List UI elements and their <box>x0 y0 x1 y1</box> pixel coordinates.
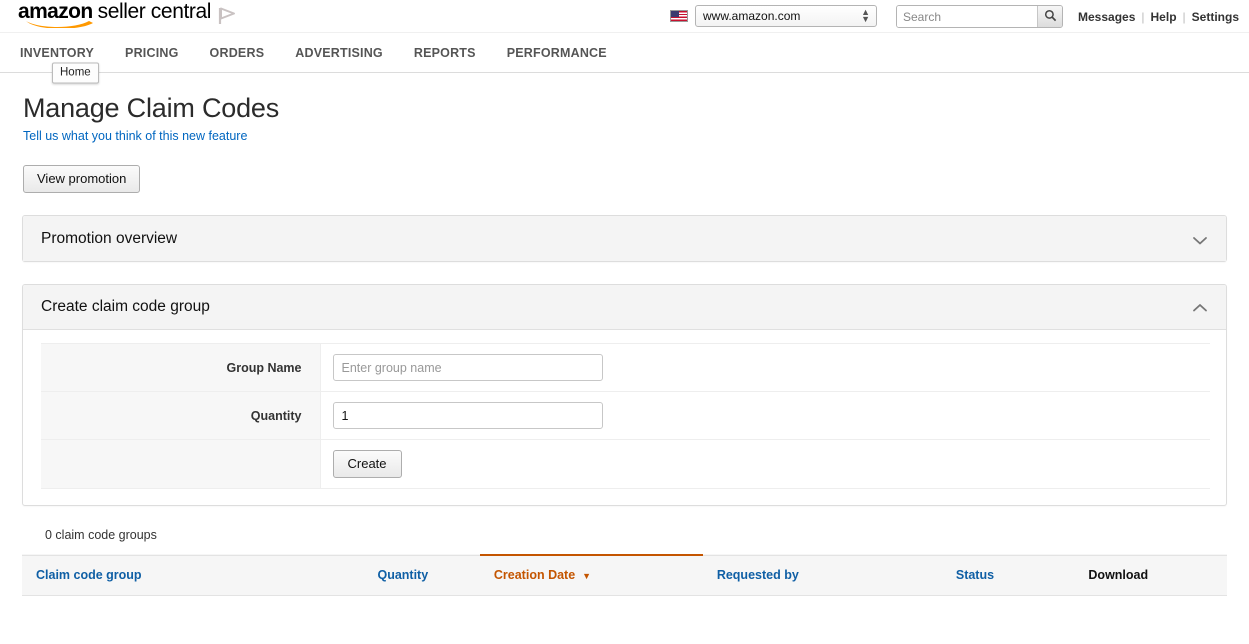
form-row-group-name: Group Name <box>41 344 1210 392</box>
column-header-download: Download <box>1088 555 1227 596</box>
nav-item-advertising[interactable]: ADVERTISING <box>295 46 383 60</box>
column-header-requested-by[interactable]: Requested by <box>703 555 956 596</box>
promotion-overview-header[interactable]: Promotion overview <box>23 216 1226 261</box>
view-promotion-wrap: View promotion <box>23 165 1227 193</box>
header-links: Messages | Help | Settings <box>1078 10 1239 24</box>
marketplace-selector[interactable]: www.amazon.com ▲▼ <box>670 5 877 27</box>
quantity-field-cell <box>320 392 1210 440</box>
search-input[interactable] <box>897 6 1037 27</box>
view-promotion-button[interactable]: View promotion <box>23 165 140 193</box>
form-row-actions: Create <box>41 440 1210 489</box>
top-header: amazon seller central www.amazon.com ▲▼ <box>0 0 1249 33</box>
group-name-input[interactable] <box>333 354 603 381</box>
settings-link[interactable]: Settings <box>1192 10 1239 24</box>
actions-label-spacer <box>41 440 320 489</box>
actions-cell: Create <box>320 440 1210 489</box>
search-button[interactable] <box>1037 6 1062 27</box>
page-title: Manage Claim Codes <box>23 93 1227 124</box>
create-claim-code-group-panel: Create claim code group Group Name Quant… <box>22 284 1227 506</box>
promotion-overview-title: Promotion overview <box>41 230 177 248</box>
create-claim-code-group-header[interactable]: Create claim code group <box>23 285 1226 330</box>
column-label: Quantity <box>377 568 428 582</box>
column-label: Download <box>1088 568 1148 582</box>
nav-item-pricing[interactable]: PRICING <box>125 46 179 60</box>
nav-item-inventory[interactable]: INVENTORY <box>20 46 94 60</box>
search-box[interactable] <box>896 5 1063 28</box>
page-content: Manage Claim Codes Tell us what you thin… <box>0 93 1249 596</box>
create-claim-code-group-title: Create claim code group <box>41 298 210 316</box>
column-header-claim-code-group[interactable]: Claim code group <box>22 555 377 596</box>
feedback-link[interactable]: Tell us what you think of this new featu… <box>23 129 247 143</box>
us-flag-icon <box>670 10 688 22</box>
sort-descending-icon: ▼ <box>582 571 591 581</box>
group-name-label: Group Name <box>41 344 320 392</box>
table-header-row: Claim code group Quantity Creation Date ▼… <box>22 555 1227 596</box>
marketplace-select[interactable]: www.amazon.com <box>695 5 877 27</box>
create-button[interactable]: Create <box>333 450 402 478</box>
column-label: Status <box>956 568 994 582</box>
logo-seller-central-text: seller central <box>98 2 211 22</box>
flag-outline-icon[interactable] <box>215 5 239 27</box>
create-claim-code-group-body: Group Name Quantity Create <box>23 330 1226 505</box>
amazon-smile-icon <box>25 19 97 28</box>
quantity-label: Quantity <box>41 392 320 440</box>
quantity-input[interactable] <box>333 402 603 429</box>
column-label: Creation Date <box>480 568 575 582</box>
column-header-status[interactable]: Status <box>956 555 1089 596</box>
column-header-quantity[interactable]: Quantity <box>377 555 479 596</box>
help-link[interactable]: Help <box>1151 10 1177 24</box>
column-label: Requested by <box>703 568 799 582</box>
home-tooltip: Home <box>52 63 99 84</box>
chevron-up-icon[interactable] <box>1191 301 1209 313</box>
link-separator: | <box>1141 10 1144 24</box>
seller-central-logo[interactable]: amazon seller central <box>18 2 211 22</box>
claim-code-groups-table: Claim code group Quantity Creation Date ▼… <box>22 554 1227 596</box>
nav-item-reports[interactable]: REPORTS <box>414 46 476 60</box>
column-label: Claim code group <box>22 568 142 582</box>
nav-item-performance[interactable]: PERFORMANCE <box>507 46 607 60</box>
group-name-field-cell <box>320 344 1210 392</box>
main-navigation: INVENTORY PRICING ORDERS ADVERTISING REP… <box>0 33 1249 73</box>
promotion-overview-panel: Promotion overview <box>22 215 1227 262</box>
link-separator: | <box>1183 10 1186 24</box>
messages-link[interactable]: Messages <box>1078 10 1135 24</box>
chevron-down-icon[interactable] <box>1191 233 1209 245</box>
form-row-quantity: Quantity <box>41 392 1210 440</box>
nav-item-orders[interactable]: ORDERS <box>210 46 265 60</box>
create-group-form: Group Name Quantity Create <box>41 343 1210 489</box>
results-count: 0 claim code groups <box>45 528 1227 542</box>
column-header-creation-date[interactable]: Creation Date ▼ <box>480 555 703 596</box>
magnifier-icon <box>1044 9 1057 25</box>
